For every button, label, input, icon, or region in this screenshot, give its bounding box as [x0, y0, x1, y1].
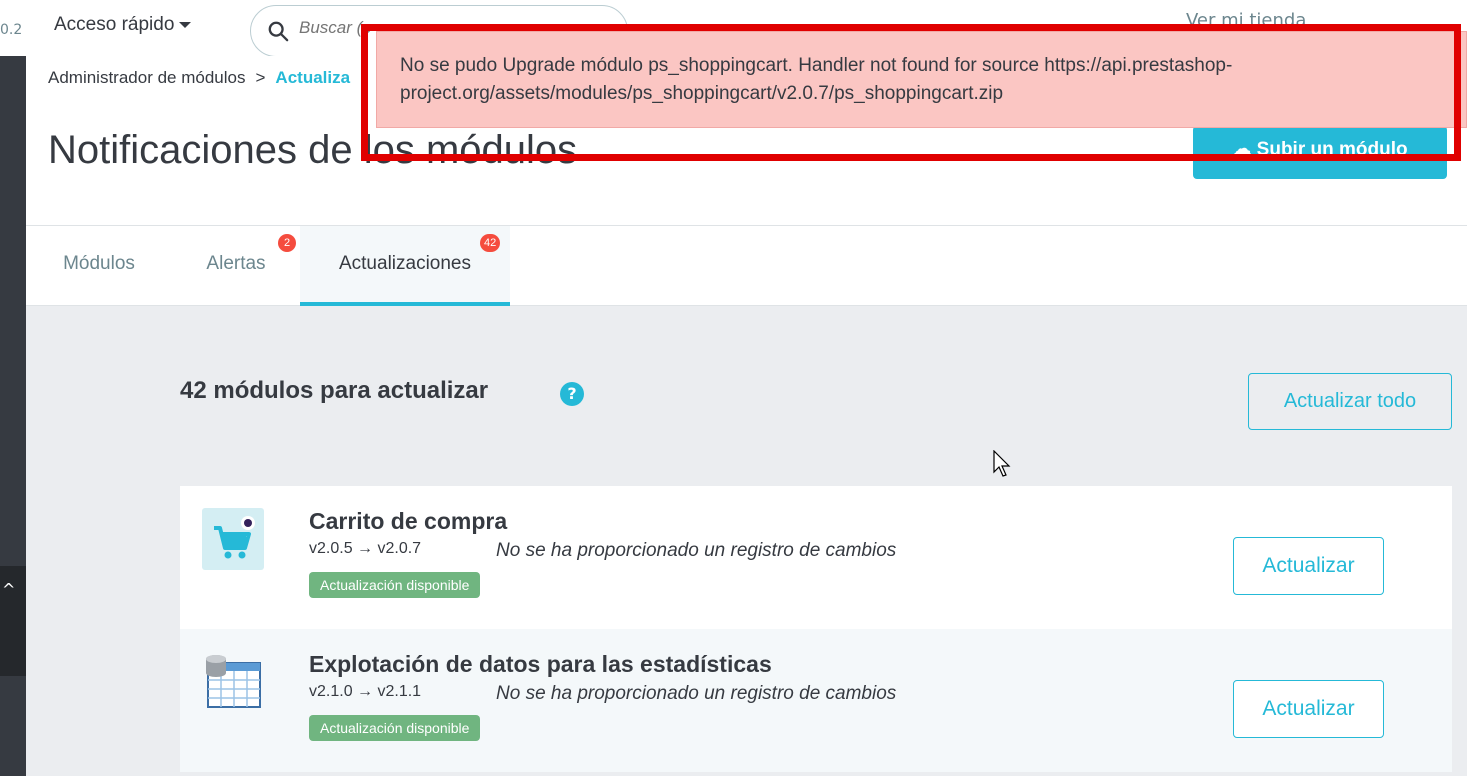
search-icon [268, 21, 289, 42]
update-module-button[interactable]: Actualizar [1233, 680, 1384, 738]
module-changelog: No se ha proporcionado un registro de ca… [496, 540, 897, 561]
breadcrumb-separator: > [255, 68, 266, 87]
module-version: v2.1.0 → v2.1.1 [309, 683, 422, 700]
help-icon[interactable]: ? [560, 382, 584, 406]
breadcrumb: Administrador de módulos > Actualiza [48, 68, 350, 88]
quick-access-dropdown[interactable]: Acceso rápido [54, 14, 192, 36]
mouse-cursor-icon [993, 450, 1011, 477]
module-name: Explotación de datos para las estadístic… [309, 651, 772, 677]
version-label: 0.2 [0, 22, 23, 38]
module-card-shoppingcart: Carrito de compra v2.0.5 → v2.0.7 No se … [180, 486, 1452, 629]
module-tabs: Módulos Alertas 2 Actualizaciones 42 [26, 226, 1467, 306]
tab-alerts[interactable]: Alertas 2 [172, 226, 300, 306]
tab-updates[interactable]: Actualizaciones 42 [300, 226, 510, 306]
quick-access-label: Acceso rápido [54, 14, 175, 35]
tab-label: Actualizaciones [338, 253, 472, 274]
sidebar: 0.2 ^ [0, 0, 26, 776]
breadcrumb-current[interactable]: Actualiza [275, 68, 350, 87]
module-version: v2.0.5 → v2.0.7 [309, 540, 422, 557]
collapse-menu-button[interactable]: ^ [0, 566, 26, 676]
updates-count-title: 42 módulos para actualizar [180, 377, 489, 404]
updates-count-badge: 42 [480, 234, 501, 252]
data-table-icon [206, 655, 261, 708]
alerts-count-badge: 2 [278, 234, 296, 252]
status-badge: Actualización disponible [309, 715, 481, 741]
highlight-frame [361, 24, 1461, 161]
caret-down-icon [179, 21, 192, 28]
tab-label: Alertas [206, 253, 266, 274]
module-changelog: No se ha proporcionado un registro de ca… [496, 683, 897, 704]
tab-modules[interactable]: Módulos [26, 226, 172, 306]
breadcrumb-parent[interactable]: Administrador de módulos [48, 68, 245, 87]
module-card-statsdata: Explotación de datos para las estadístic… [180, 629, 1452, 772]
update-all-button[interactable]: Actualizar todo [1248, 373, 1452, 430]
module-name: Carrito de compra [309, 508, 508, 534]
chevron-up-icon: ^ [2, 580, 16, 599]
status-badge: Actualización disponible [309, 572, 481, 598]
update-module-button[interactable]: Actualizar [1233, 537, 1384, 595]
shopping-cart-icon [202, 508, 264, 570]
tab-label: Módulos [63, 253, 135, 274]
